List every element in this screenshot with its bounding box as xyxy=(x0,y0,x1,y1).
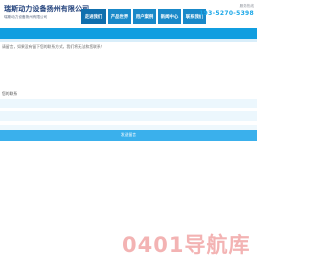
banner-band xyxy=(0,28,257,39)
contact-field-label: 您的联系 xyxy=(2,91,18,96)
contact-input[interactable] xyxy=(0,99,257,108)
message-notice: 请留言，如果没有留下您的联系方式，我们将无法和您联系！ xyxy=(2,44,105,49)
hotline: 服务热线 193-5270-5398 xyxy=(196,4,254,22)
company-name: 瑞斯动力设备扬州有限公司 xyxy=(4,4,90,13)
hotline-number: 193-5270-5398 xyxy=(199,10,254,17)
site-header: 瑞斯动力设备扬州有限公司 瑞斯动力设备扬州有限公司 走进我们 产品世界 用户案例… xyxy=(0,0,257,28)
nav-item-about[interactable]: 走进我们 xyxy=(81,9,106,24)
watermark-logo: 0401导航库 xyxy=(122,233,251,257)
company-subtitle: 瑞斯动力设备扬州有限公司 xyxy=(4,15,48,19)
nav-item-cases[interactable]: 用户案例 xyxy=(133,9,156,24)
banner-divider xyxy=(0,39,257,42)
message-input[interactable] xyxy=(0,111,257,121)
main-nav: 走进我们 产品世界 用户案例 新闻中心 联系我们 xyxy=(81,9,206,24)
submit-message-button[interactable]: 发送留言 xyxy=(0,130,257,141)
nav-item-news[interactable]: 新闻中心 xyxy=(158,9,181,24)
hotline-label: 服务热线 xyxy=(239,4,254,8)
nav-item-products[interactable]: 产品世界 xyxy=(108,9,131,24)
